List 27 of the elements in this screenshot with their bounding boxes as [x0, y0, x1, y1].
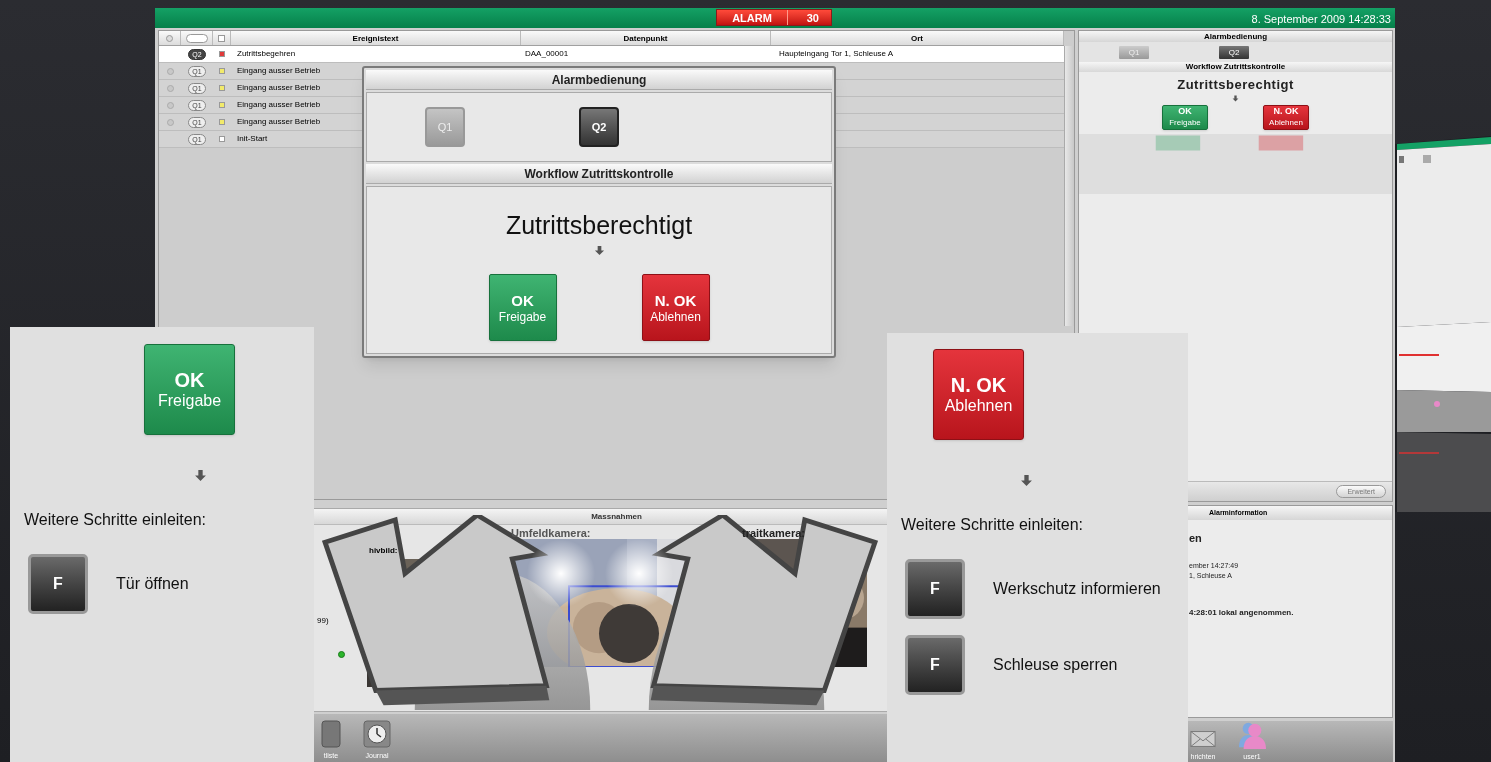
camera-label: Umfeldkamera:: [510, 526, 591, 539]
date-time: 8. September 2009 14:28:33: [1251, 12, 1391, 27]
table-cell-text: DAA_00001: [524, 48, 570, 60]
step-label: Schleuse sperren: [993, 655, 1118, 675]
table-cell-text: Eingang ausser Betrieb: [236, 82, 322, 94]
step-label: Tür öffnen: [116, 574, 189, 594]
info-text: 99): [316, 615, 329, 627]
table-cell-text: Eingang ausser Betrieb: [236, 65, 322, 77]
dialog-title: Alarmbedienung: [551, 72, 647, 89]
panel-title: Alarmbedienung: [1203, 31, 1268, 42]
step-label: Werkschutz informieren: [993, 579, 1161, 599]
panel-title: Massnahmen: [591, 510, 642, 523]
prompt-text: Weitere Schritte einleiten:: [900, 515, 1084, 535]
alarm-label: ALARM: [731, 11, 773, 25]
alarm-count: 30: [787, 10, 831, 25]
section-title: Workflow Zutrittskontrolle: [524, 166, 674, 183]
table-cell-text: Zutrittsbegehren: [236, 48, 297, 60]
table-cell-text: Init-Start: [236, 133, 269, 145]
prompt-text: Weitere Schritte einleiten:: [23, 510, 207, 530]
info-heading: en: [1189, 531, 1203, 547]
status-text: Zutrittsberechtigt: [1177, 76, 1294, 94]
section-title: Workflow Zutrittskontrolle: [1185, 62, 1286, 72]
table-cell-text: Eingang ausser Betrieb: [236, 99, 322, 111]
info-text: 4:28:01 lokal angenommen.: [1189, 606, 1295, 619]
status-text: Zutrittsberechtigt: [505, 211, 693, 239]
camera-label: hivbild:: [368, 545, 398, 557]
table-cell-text: Haupteingang Tor 1, Schleuse A: [778, 48, 895, 60]
